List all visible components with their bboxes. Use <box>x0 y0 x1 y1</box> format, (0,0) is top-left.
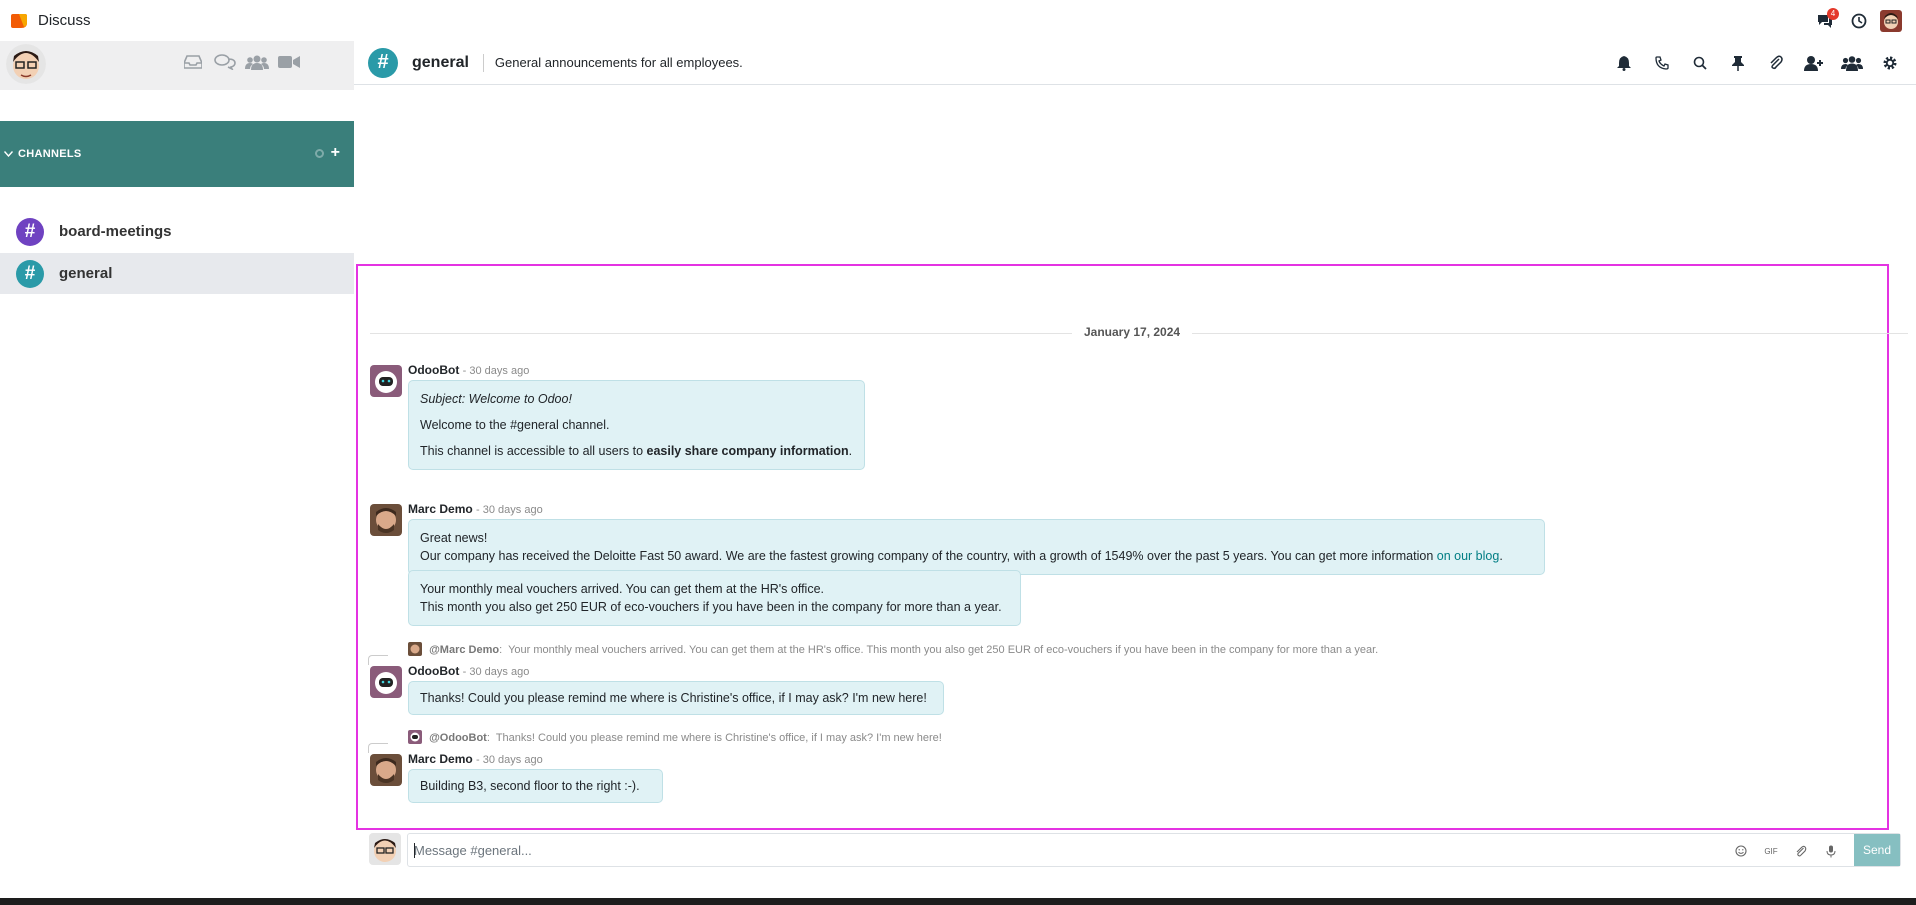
channels-header-label: CHANNELS <box>18 148 82 160</box>
message-date: - 30 days ago <box>476 754 543 766</box>
phone-call-icon[interactable] <box>1650 51 1674 75</box>
message-bubble: Your monthly meal vouchers arrived. You … <box>408 570 1021 626</box>
hash-icon: # <box>16 217 44 246</box>
message-author: OdooBot - 30 days ago <box>408 363 529 377</box>
blog-link[interactable]: on our blog <box>1437 549 1500 563</box>
chat-badge: 4 <box>1827 8 1839 20</box>
add-channel-button[interactable]: + <box>331 145 340 161</box>
message-line: Our company has received the Deloitte Fa… <box>420 549 1503 563</box>
message-date: - 30 days ago <box>462 666 530 678</box>
message-line: This month you also get 250 EUR of eco-v… <box>420 600 1002 614</box>
chevron-down-icon[interactable] <box>4 149 14 159</box>
message-list[interactable]: January 17, 2024 OdooBot - 30 days ago S… <box>356 264 1908 830</box>
message-date: - 30 days ago <box>462 365 530 377</box>
date-separator: January 17, 2024 <box>1072 325 1193 339</box>
groups-icon[interactable] <box>245 51 269 73</box>
reply-avatar <box>408 730 422 744</box>
message-line: Your monthly meal vouchers arrived. You … <box>420 582 824 596</box>
message-subject: Subject: Welcome to Odoo! <box>420 392 572 406</box>
message-bubble: Subject: Welcome to Odoo! Welcome to the… <box>408 380 865 470</box>
bottom-strip <box>0 898 1916 905</box>
channel-settings-icon[interactable] <box>315 149 324 158</box>
paperclip-icon[interactable] <box>1764 51 1788 75</box>
top-navbar: Discuss 4 <box>0 0 1916 41</box>
pin-icon[interactable] <box>1726 51 1750 75</box>
message-author: Marc Demo - 30 days ago <box>408 502 543 516</box>
channel-name: general <box>59 265 113 282</box>
channel-avatar-icon[interactable]: # <box>368 47 398 78</box>
user-avatar[interactable] <box>1880 9 1902 32</box>
reply-reference[interactable]: @OdooBot: Thanks! Could you please remin… <box>408 730 942 744</box>
discuss-sidebar: CHANNELS + # board-meetings # general <box>0 41 354 905</box>
message-line: Welcome to the #general channel. <box>420 418 610 432</box>
chats-icon[interactable] <box>213 51 237 73</box>
message-line: Great news! <box>420 531 488 545</box>
composer-user-avatar <box>369 833 401 865</box>
message-bubble: Thanks! Could you please remind me where… <box>408 681 944 715</box>
app-title[interactable]: Discuss <box>38 12 91 29</box>
sidebar-item-board-meetings[interactable]: # board-meetings <box>0 211 354 252</box>
reply-reference[interactable]: @Marc Demo: Your monthly meal vouchers a… <box>408 642 1378 656</box>
marc-demo-avatar[interactable] <box>370 754 402 786</box>
thread-name[interactable]: general <box>412 54 469 72</box>
message-author: Marc Demo - 30 days ago <box>408 752 543 766</box>
members-icon[interactable] <box>1840 51 1864 75</box>
gear-icon[interactable] <box>1878 51 1902 75</box>
microphone-icon[interactable] <box>1822 841 1840 861</box>
messaging-menu-icon[interactable]: 4 <box>1808 0 1842 41</box>
message-bubble: Great news! Our company has received the… <box>408 519 1545 575</box>
odoobot-avatar[interactable] <box>370 365 402 397</box>
message-line: This channel is accessible to all users … <box>420 444 853 458</box>
reply-connector <box>368 655 388 665</box>
add-users-icon[interactable] <box>1802 51 1826 75</box>
message-date: - 30 days ago <box>476 504 543 516</box>
thread-header: # general General announcements for all … <box>354 41 1916 85</box>
channels-category[interactable]: CHANNELS + <box>0 121 354 187</box>
sidebar-header <box>0 41 354 90</box>
video-camera-icon[interactable] <box>277 51 301 73</box>
message-composer: GIF Send <box>369 833 1901 867</box>
message-line: Thanks! Could you please remind me where… <box>420 691 927 705</box>
reply-connector <box>368 743 388 753</box>
author-name[interactable]: OdooBot <box>408 363 459 377</box>
gif-button[interactable]: GIF <box>1762 841 1780 861</box>
header-divider <box>482 53 484 72</box>
channel-name: board-meetings <box>59 223 172 240</box>
message-line: Building B3, second floor to the right :… <box>420 779 640 793</box>
marc-demo-avatar[interactable] <box>370 504 402 536</box>
discuss-app-icon[interactable] <box>9 11 29 31</box>
odoobot-avatar[interactable] <box>370 666 402 698</box>
notification-bell-icon[interactable] <box>1612 51 1636 75</box>
author-name[interactable]: Marc Demo <box>408 752 473 766</box>
emoji-icon[interactable] <box>1732 841 1750 861</box>
paperclip-icon[interactable] <box>1792 841 1810 861</box>
hash-icon: # <box>16 259 44 288</box>
reply-avatar <box>408 642 422 656</box>
search-icon[interactable] <box>1688 51 1712 75</box>
activity-clock-icon[interactable] <box>1842 0 1876 41</box>
sidebar-item-general[interactable]: # general <box>0 253 354 294</box>
current-user-avatar[interactable] <box>6 44 46 84</box>
message-input[interactable] <box>414 840 1474 860</box>
author-name[interactable]: OdooBot <box>408 664 459 678</box>
thread-description[interactable]: General announcements for all employees. <box>495 55 743 70</box>
inbox-icon[interactable] <box>181 51 205 73</box>
author-name[interactable]: Marc Demo <box>408 502 473 516</box>
message-bubble: Building B3, second floor to the right :… <box>408 769 663 803</box>
message-author: OdooBot - 30 days ago <box>408 664 529 678</box>
composer-box: GIF Send <box>407 833 1901 867</box>
send-button[interactable]: Send <box>1854 834 1900 866</box>
